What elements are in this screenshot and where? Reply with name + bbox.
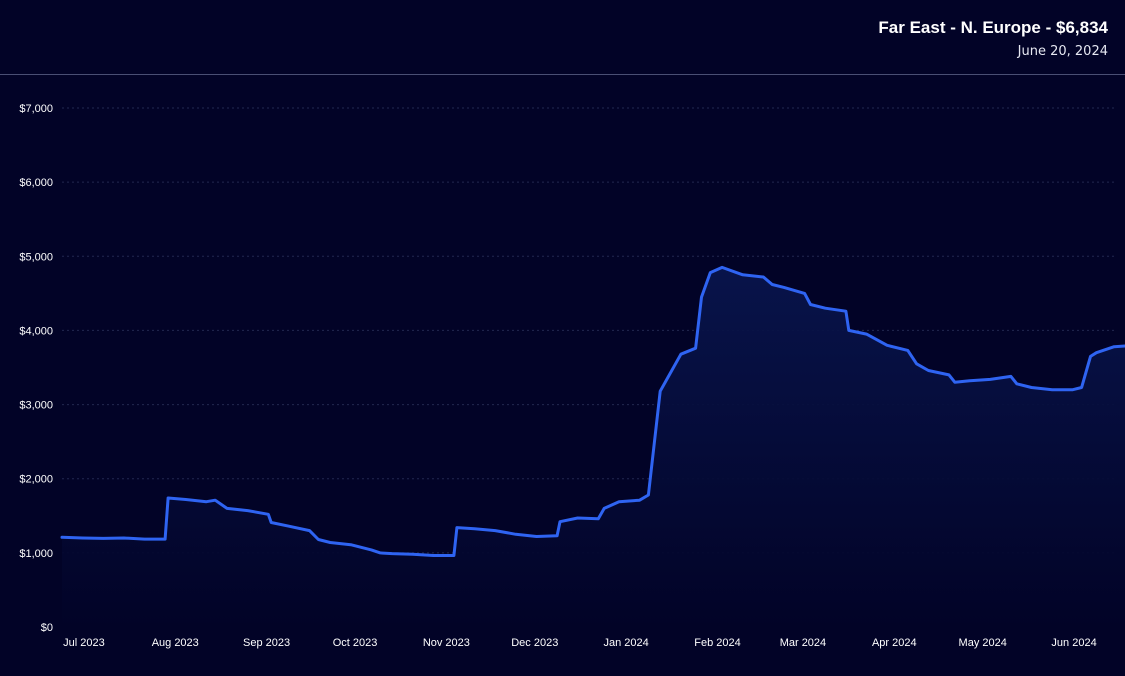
x-tick-label: Aug 2023 [152, 637, 199, 649]
y-tick-label: $1,000 [19, 548, 53, 560]
y-tick-label: $7,000 [19, 103, 53, 115]
x-tick-label: Apr 2024 [872, 637, 917, 649]
x-tick-label: May 2024 [959, 637, 1007, 649]
x-tick-label: Mar 2024 [780, 637, 826, 649]
x-axis: Jul 2023 Aug 2023 Sep 2023 Oct 2023 Nov 2023… [63, 637, 1097, 649]
x-tick-label: Dec 2023 [511, 637, 558, 649]
x-tick-label: Sep 2023 [243, 637, 290, 649]
x-tick-label: Feb 2024 [694, 637, 740, 649]
x-tick-label: Nov 2023 [423, 637, 470, 649]
y-axis: $0 $1,000 $2,000 $3,000 $4,000 $5,000 $6,000 $7… [19, 103, 53, 634]
x-tick-label: Oct 2023 [333, 637, 378, 649]
chart-page: Far East - N. Europe - $6,834 June 20, 2… [0, 0, 1125, 676]
area-fill [62, 267, 1125, 627]
y-tick-label: $6,000 [19, 177, 53, 189]
area-path [62, 267, 1125, 627]
y-tick-label: $0 [41, 622, 53, 634]
y-tick-label: $4,000 [19, 325, 53, 337]
x-tick-label: Jun 2024 [1051, 637, 1096, 649]
y-tick-label: $5,000 [19, 251, 53, 263]
x-tick-label: Jan 2024 [603, 637, 648, 649]
x-tick-label: Jul 2023 [63, 637, 105, 649]
y-tick-label: $3,000 [19, 400, 53, 412]
y-tick-label: $2,000 [19, 474, 53, 486]
price-chart: $0 $1,000 $2,000 $3,000 $4,000 $5,000 $6,000 $7… [19, 103, 1125, 649]
